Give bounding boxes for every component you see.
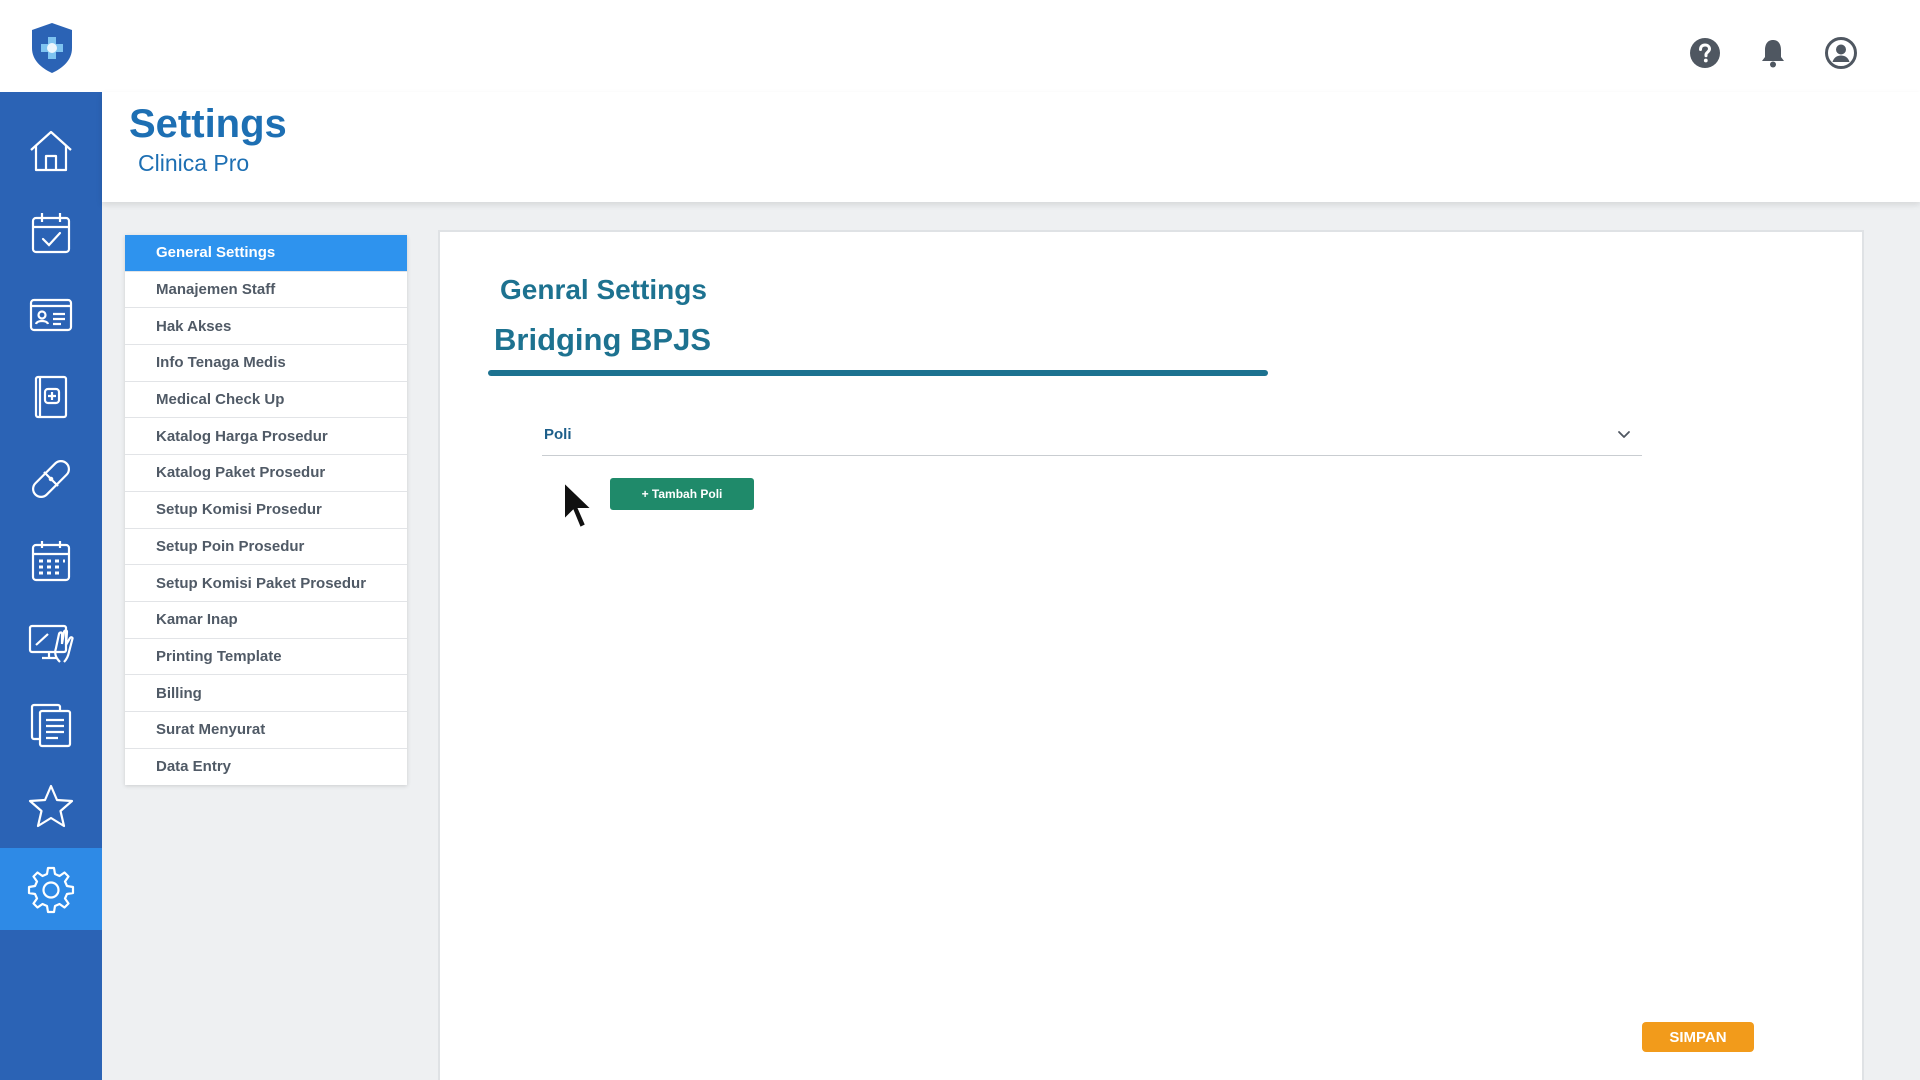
bandage-icon: [32, 460, 70, 498]
menu-item-katalog-harga-prosedur[interactable]: Katalog Harga Prosedur: [125, 418, 407, 456]
top-header: [0, 0, 1920, 92]
panel-heading: Genral Settings: [500, 274, 707, 305]
header-actions: [1688, 36, 1858, 70]
page-subtitle: Clinica Pro: [138, 150, 250, 176]
clipboard-list-icon: [30, 703, 72, 748]
page-title-band: Settings Clinica Pro: [102, 92, 1920, 202]
nav-settings[interactable]: [0, 848, 102, 930]
bell-icon[interactable]: [1756, 36, 1790, 70]
monitor-hand-icon: [28, 624, 74, 663]
menu-item-surat-menyurat[interactable]: Surat Menyurat: [125, 712, 407, 749]
nav-appointments[interactable]: [0, 192, 102, 274]
menu-item-printing-template[interactable]: Printing Template: [125, 639, 407, 676]
nav-treatments[interactable]: [0, 438, 102, 520]
chevron-down-icon: [1618, 431, 1630, 438]
icon-sidebar: [0, 92, 102, 1080]
id-card-icon: [29, 298, 73, 332]
menu-item-medical-check-up[interactable]: Medical Check Up: [125, 382, 407, 419]
poli-select-value: Poli: [544, 426, 572, 443]
save-button[interactable]: SIMPAN: [1642, 1022, 1754, 1052]
add-poli-button[interactable]: + Tambah Poli: [610, 478, 754, 510]
star-icon: [28, 784, 74, 828]
settings-menu: General Settings Manajemen Staff Hak Aks…: [125, 235, 407, 786]
shield-cross-logo[interactable]: [30, 22, 74, 74]
menu-item-manajemen-staff[interactable]: Manajemen Staff: [125, 272, 407, 309]
medical-record-icon: [34, 375, 68, 419]
nav-schedule[interactable]: [0, 520, 102, 602]
menu-item-hak-akses[interactable]: Hak Akses: [125, 308, 407, 346]
menu-item-setup-komisi-prosedur[interactable]: Setup Komisi Prosedur: [125, 492, 407, 529]
nav-favorites[interactable]: [0, 766, 102, 848]
menu-item-info-tenaga-medis[interactable]: Info Tenaga Medis: [125, 345, 407, 382]
calendar-check-icon: [31, 213, 71, 254]
user-account-icon[interactable]: [1824, 36, 1858, 70]
page-title: Settings: [129, 102, 287, 146]
settings-panel: Genral Settings Bridging BPJS Poli + Tam…: [438, 230, 1864, 1080]
heading-underline: [488, 370, 1268, 376]
schedule-grid-icon: [31, 541, 71, 582]
nav-home[interactable]: [0, 110, 102, 192]
menu-item-setup-komisi-paket-prosedur[interactable]: Setup Komisi Paket Prosedur: [125, 565, 407, 602]
panel-subheading: Bridging BPJS: [494, 322, 712, 357]
menu-item-general-settings[interactable]: General Settings: [125, 235, 407, 272]
poli-select[interactable]: Poli: [542, 412, 1642, 456]
menu-item-setup-poin-prosedur[interactable]: Setup Poin Prosedur: [125, 529, 407, 566]
menu-item-billing[interactable]: Billing: [125, 675, 407, 712]
nav-patients[interactable]: [0, 274, 102, 356]
mouse-cursor-icon: [563, 480, 595, 530]
help-icon[interactable]: [1688, 36, 1722, 70]
gear-icon: [27, 866, 75, 914]
home-icon: [30, 130, 72, 172]
nav-reports[interactable]: [0, 684, 102, 766]
menu-item-data-entry[interactable]: Data Entry: [125, 749, 407, 786]
nav-medical-records[interactable]: [0, 356, 102, 438]
menu-item-kamar-inap[interactable]: Kamar Inap: [125, 602, 407, 639]
nav-telemedicine[interactable]: [0, 602, 102, 684]
menu-item-katalog-paket-prosedur[interactable]: Katalog Paket Prosedur: [125, 455, 407, 492]
